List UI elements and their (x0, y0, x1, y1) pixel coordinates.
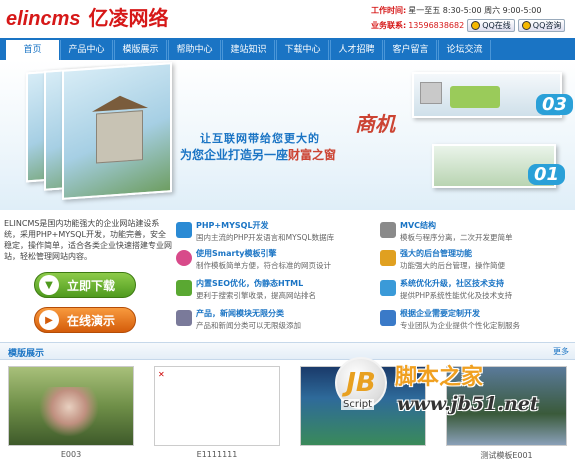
feature-title: 产品，新闻模块无限分类 (196, 309, 284, 318)
nav-item-download[interactable]: 下载中心 (276, 40, 329, 60)
feature-admin[interactable]: 强大的后台管理功能 功能强大的后台管理，操作简便 (380, 248, 575, 274)
watermark-url: www.jb51.net (397, 393, 539, 415)
nav-item-templates[interactable]: 模版展示 (114, 40, 167, 60)
badge-01: 01 (528, 164, 566, 185)
feature-title: MVC结构 (400, 221, 437, 230)
gear-graphic (420, 82, 442, 104)
feature-category[interactable]: 产品，新闻模块无限分类 产品和新闻分类可以无限级添加 (176, 308, 376, 334)
thumb-caption-1[interactable]: E003 (8, 450, 134, 459)
demo-button[interactable]: ▶ 在线演示 (34, 307, 136, 333)
template-thumb-2[interactable]: ✕ (154, 366, 280, 446)
watermark-cn: 脚本之家 (395, 364, 484, 390)
feature-title: 内置SEO优化，伪静态HTML (196, 279, 304, 288)
logo-en: elincms (6, 8, 81, 30)
feature-seo[interactable]: 内置SEO优化，伪静态HTML 更利于搜索引擎收录，提高网站排名 (176, 278, 376, 304)
database-icon (176, 310, 192, 326)
palette-icon (176, 250, 192, 266)
showcase-title: 模版展示 (8, 349, 45, 359)
feature-desc: 功能强大的后台管理，操作简便 (400, 261, 505, 270)
feature-desc: 提供PHP系统性能优化及技术支持 (400, 291, 513, 300)
template-thumb-1[interactable] (8, 366, 134, 446)
nav-item-jobs[interactable]: 人才招聘 (330, 40, 383, 60)
slogan-2b: 财富之窗 (288, 148, 337, 162)
logo-cn: 亿凌网络 (88, 6, 169, 30)
work-time-value: 星一至五 8:30-5:00 周六 9:00-5:00 (408, 6, 542, 15)
feature-desc: 国内主流的PHP开发语言和MYSQL数据库 (196, 233, 335, 242)
service-label: 业务联系: (371, 21, 407, 30)
nav-item-forum[interactable]: 论坛交流 (438, 40, 491, 60)
seo-icon (176, 280, 192, 296)
download-icon: ▼ (39, 275, 59, 295)
banner-widget (450, 86, 500, 108)
watermark: JB Script 脚本之家 www.jb51.net (335, 355, 565, 425)
house-roof (91, 93, 148, 112)
qq-icon (521, 21, 531, 30)
feature-title: 系统优化升级，社区技术支持 (400, 279, 504, 288)
feature-desc: 制作模板简单方便，符合标准的网页设计 (196, 261, 331, 270)
site-logo[interactable]: elincms 亿凌网络 (6, 2, 168, 31)
header: elincms 亿凌网络 工作时间: 星一至五 8:30-5:00 周六 9:00… (0, 0, 575, 38)
qq-consult-label: QQ咨询 (532, 21, 562, 30)
demo-label: 在线演示 (67, 313, 116, 328)
feature-title: 强大的后台管理功能 (400, 249, 472, 258)
slogan-2a: 为您企业打造另一座 (180, 148, 289, 162)
badge-03: 03 (536, 94, 574, 115)
hero-banner[interactable]: 03 01 让互联网带给您更大的 商机 为您企业打造另一座财富之窗 (0, 60, 575, 210)
nav-item-products[interactable]: 产品中心 (60, 40, 113, 60)
support-icon (380, 280, 396, 296)
custom-icon (380, 310, 396, 326)
pencil-icon (380, 250, 396, 266)
feature-custom[interactable]: 根据企业需要定制开发 专业团队为企业提供个性化定制服务 (380, 308, 575, 334)
feature-title: PHP+MYSQL开发 (196, 221, 269, 230)
feature-title: 根据企业需要定制开发 (400, 309, 480, 318)
feature-smarty[interactable]: 使用Smarty模板引擎 制作模板简单方便，符合标准的网页设计 (176, 248, 376, 274)
feature-desc: 更利于搜索引擎收录，提高网站排名 (196, 291, 316, 300)
feature-support[interactable]: 系统优化升级，社区技术支持 提供PHP系统性能优化及技术支持 (380, 278, 575, 304)
features-section: ELINCMS是国内功能强大的企业网站建设系统，采用PHP+MYSQL开发，功能… (0, 212, 575, 342)
feature-php-mysql[interactable]: PHP+MYSQL开发 国内主流的PHP开发语言和MYSQL数据库 (176, 220, 376, 246)
document-icon (380, 222, 396, 238)
watermark-script: Script (341, 399, 375, 410)
nav-item-help[interactable]: 帮助中心 (168, 40, 221, 60)
work-time-label: 工作时间: (371, 6, 407, 15)
thumb-caption-2[interactable]: E1111111 (154, 450, 280, 459)
php-icon (176, 222, 192, 238)
model-photo (39, 387, 99, 437)
feature-title: 使用Smarty模板引擎 (196, 249, 277, 258)
download-label: 立即下载 (67, 278, 116, 293)
feature-desc: 产品和新闻分类可以无限级添加 (196, 321, 301, 330)
thumb-caption-4[interactable]: 测试模板E001 (446, 450, 567, 461)
main-nav: 首页 产品中心 模版展示 帮助中心 建站知识 下载中心 人才招聘 客户留言 论坛… (0, 38, 575, 60)
banner-card-front (62, 62, 172, 200)
broken-image-icon: ✕ (158, 370, 165, 379)
qq-consult-button[interactable]: QQ咨询 (517, 19, 566, 32)
contact-info: 工作时间: 星一至五 8:30-5:00 周六 9:00-5:00 业务联系: … (371, 3, 571, 33)
banner-slogan-2: 为您企业打造另一座财富之窗 (180, 146, 336, 163)
service-phone: 13596838682 (408, 21, 465, 30)
feature-mvc[interactable]: MVC结构 模板与程序分离，二次开发更简单 (380, 220, 575, 246)
qq-online-label: QQ在线 (482, 21, 511, 30)
intro-text: ELINCMS是国内功能强大的企业网站建设系统，采用PHP+MYSQL开发，功能… (4, 219, 172, 261)
nav-item-knowledge[interactable]: 建站知识 (222, 40, 275, 60)
house-image (95, 110, 144, 164)
nav-item-home[interactable]: 首页 (6, 40, 59, 60)
qq-icon (471, 21, 481, 30)
feature-desc: 模板与程序分离，二次开发更简单 (400, 233, 513, 242)
banner-slogan-big: 商机 (355, 112, 395, 136)
download-button[interactable]: ▼ 立即下载 (34, 272, 136, 298)
feature-desc: 专业团队为企业提供个性化定制服务 (400, 321, 520, 330)
nav-item-guestbook[interactable]: 客户留言 (384, 40, 437, 60)
qq-online-button[interactable]: QQ在线 (467, 19, 515, 32)
play-icon: ▶ (39, 310, 59, 330)
banner-slogan-1: 让互联网带给您更大的 (200, 132, 320, 145)
